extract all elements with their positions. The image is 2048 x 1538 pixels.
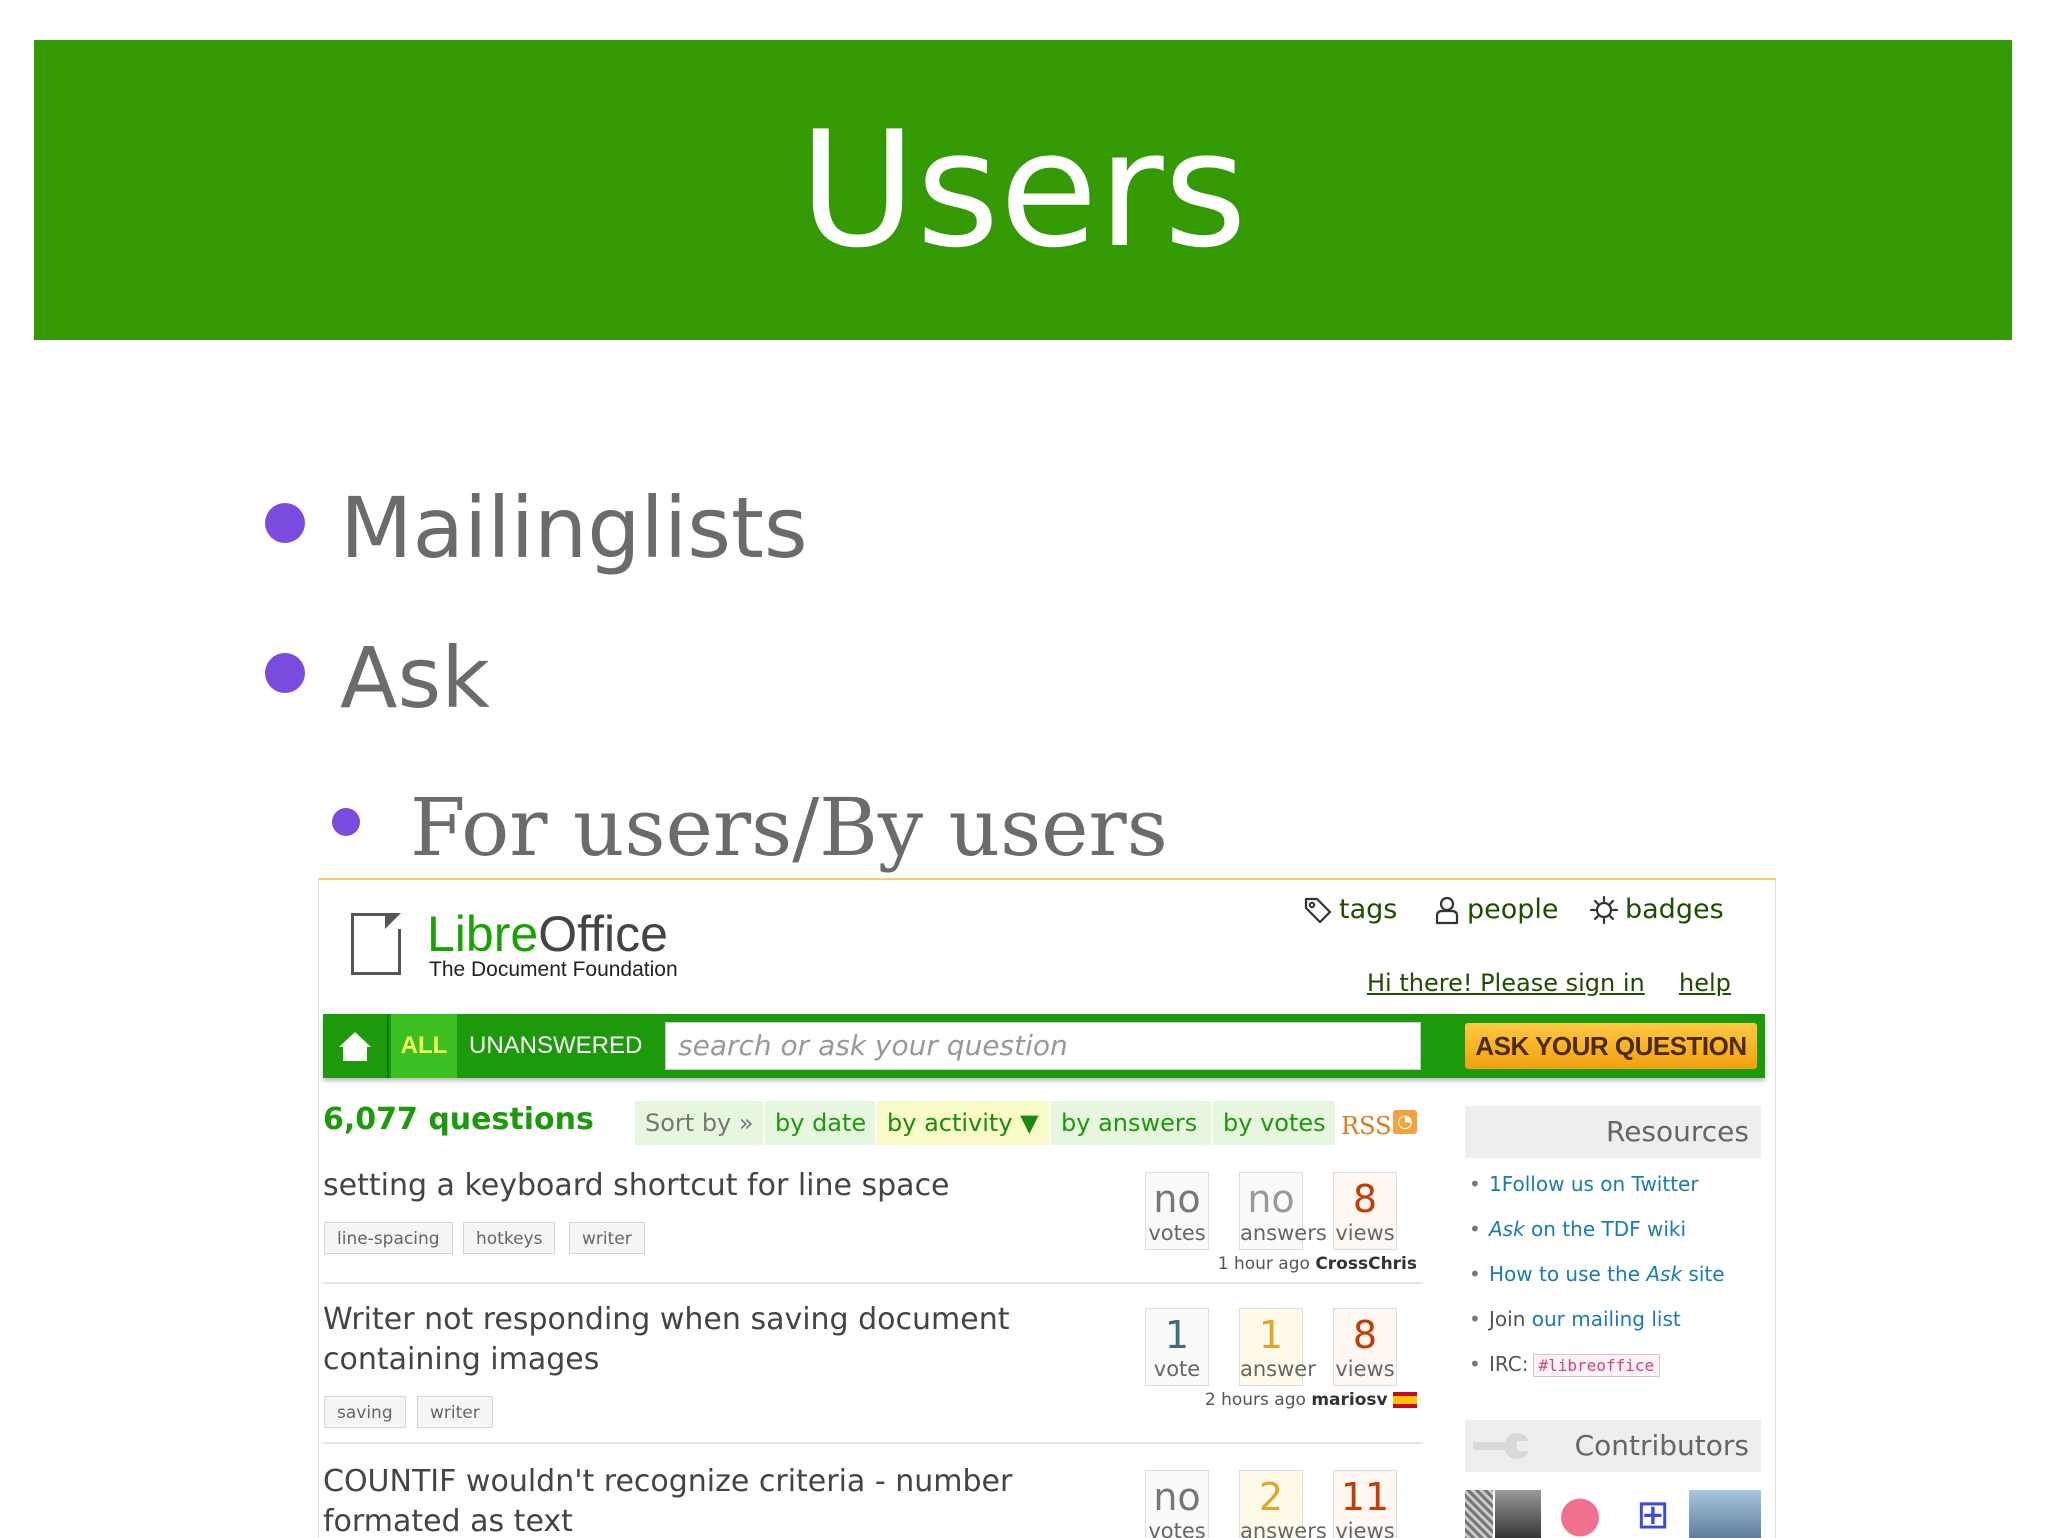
resources-title: Resources xyxy=(1606,1115,1749,1148)
logo-tagline: The Document Foundation xyxy=(429,958,678,981)
nav-tags[interactable]: tags xyxy=(1339,894,1397,925)
libreoffice-document-icon xyxy=(351,913,401,975)
tag-chip[interactable]: saving xyxy=(324,1396,406,1428)
resource-mailing-list: Join our mailing list xyxy=(1469,1307,1681,1331)
libreoffice-logo[interactable]: LibreOffice xyxy=(427,904,668,964)
rss-link[interactable]: RSS xyxy=(1341,1112,1392,1140)
contributors-box: Contributors xyxy=(1465,1420,1761,1472)
spain-flag-icon xyxy=(1393,1392,1417,1408)
sort-by-activity[interactable]: by activity ▼ xyxy=(877,1101,1049,1145)
question-count: 6,077 questions xyxy=(323,1102,594,1137)
search-input[interactable]: search or ask your question xyxy=(665,1022,1421,1070)
avatar[interactable] xyxy=(1465,1490,1493,1538)
bullet-ask: Ask xyxy=(340,629,490,727)
nav-badges[interactable]: badges xyxy=(1625,894,1724,925)
question-meta: 2 hours ago mariosv xyxy=(1159,1390,1417,1410)
tag-chip[interactable]: writer xyxy=(569,1222,645,1254)
home-button[interactable] xyxy=(323,1014,389,1078)
irc-channel[interactable]: #libreoffice xyxy=(1532,1354,1661,1377)
resource-ask-wiki[interactable]: Ask on the TDF wiki xyxy=(1469,1217,1686,1241)
question-title[interactable]: setting a keyboard shortcut for line spa… xyxy=(323,1166,1023,1206)
tag-chip[interactable]: line-spacing xyxy=(324,1222,453,1254)
resource-how-to-use[interactable]: How to use the Ask site xyxy=(1469,1262,1725,1286)
sort-by-date[interactable]: by date xyxy=(765,1101,875,1145)
sort-label: Sort by » xyxy=(635,1101,763,1145)
question-title[interactable]: Writer not responding when saving docume… xyxy=(323,1300,1023,1380)
home-icon xyxy=(339,1032,371,1061)
logo-office: Office xyxy=(538,906,668,962)
sub-bullet-text: For users/By users xyxy=(410,781,1168,874)
rss-icon[interactable]: ◔ xyxy=(1393,1110,1417,1134)
ask-site-screenshot: LibreOffice The Document Foundation tags… xyxy=(318,878,1776,1538)
logo-libre: Libre xyxy=(427,906,539,962)
vote-count: no votes xyxy=(1145,1470,1209,1538)
nav-people[interactable]: people xyxy=(1467,894,1559,925)
person-icon xyxy=(1435,896,1459,925)
answer-count: 1 answer xyxy=(1239,1308,1316,1386)
bullet-mailinglists: Mailinglists xyxy=(340,479,808,577)
avatar[interactable] xyxy=(1495,1490,1541,1538)
answer-count: 2 answers xyxy=(1239,1470,1327,1538)
question-divider xyxy=(323,1442,1423,1444)
resource-twitter[interactable]: 1Follow us on Twitter xyxy=(1469,1172,1699,1196)
badge-icon xyxy=(1589,895,1619,925)
question-user[interactable]: CrossChris xyxy=(1315,1254,1417,1274)
answer-count: no answers xyxy=(1239,1172,1327,1250)
tag-chip[interactable]: writer xyxy=(417,1396,493,1428)
ask-navigation-bar: ALL UNANSWERED search or ask your questi… xyxy=(323,1014,1765,1078)
tab-unanswered[interactable]: UNANSWERED xyxy=(469,1014,642,1078)
ask-header: LibreOffice The Document Foundation tags… xyxy=(319,880,1775,1012)
sort-by-answers[interactable]: by answers xyxy=(1051,1101,1211,1145)
avatar[interactable] xyxy=(1689,1490,1761,1538)
contributor-avatars: ⊞ xyxy=(1465,1490,1761,1538)
mailing-list-link[interactable]: our mailing list xyxy=(1532,1307,1681,1331)
avatar[interactable] xyxy=(1543,1490,1617,1538)
contributors-title: Contributors xyxy=(1574,1429,1749,1462)
vote-count: 1 vote xyxy=(1145,1308,1209,1386)
avatar[interactable]: ⊞ xyxy=(1619,1490,1687,1538)
question-meta: 1 hour ago CrossChris xyxy=(1179,1254,1417,1274)
sort-by-votes[interactable]: by votes xyxy=(1213,1101,1335,1145)
view-count: 8 views xyxy=(1333,1172,1397,1250)
help-link[interactable]: help xyxy=(1679,969,1731,997)
sub-bullet-marker xyxy=(332,808,360,836)
bullet-marker xyxy=(265,653,305,693)
question-divider xyxy=(323,1282,1423,1284)
bullet-marker xyxy=(265,503,305,543)
resource-irc: IRC:#libreoffice xyxy=(1469,1352,1661,1377)
view-count: 8 views xyxy=(1333,1308,1397,1386)
ask-question-button[interactable]: ASK YOUR QUESTION xyxy=(1465,1023,1757,1069)
slide-title-bar: Users xyxy=(34,40,2012,340)
sign-in-link[interactable]: Hi there! Please sign in xyxy=(1367,969,1645,997)
view-count: 11 views xyxy=(1333,1470,1397,1538)
question-user[interactable]: mariosv xyxy=(1311,1390,1387,1410)
question-title[interactable]: COUNTIF wouldn't recognize criteria - nu… xyxy=(323,1462,1023,1538)
tab-all[interactable]: ALL xyxy=(391,1014,457,1078)
tag-chip[interactable]: hotkeys xyxy=(463,1222,556,1254)
question-time: 2 hours ago xyxy=(1204,1390,1306,1410)
vote-count: no votes xyxy=(1145,1172,1209,1250)
wrench-icon xyxy=(1473,1433,1533,1459)
question-time: 1 hour ago xyxy=(1217,1254,1310,1274)
tag-icon xyxy=(1304,897,1332,924)
resources-box: Resources xyxy=(1465,1106,1761,1158)
slide-title: Users xyxy=(798,96,1248,283)
